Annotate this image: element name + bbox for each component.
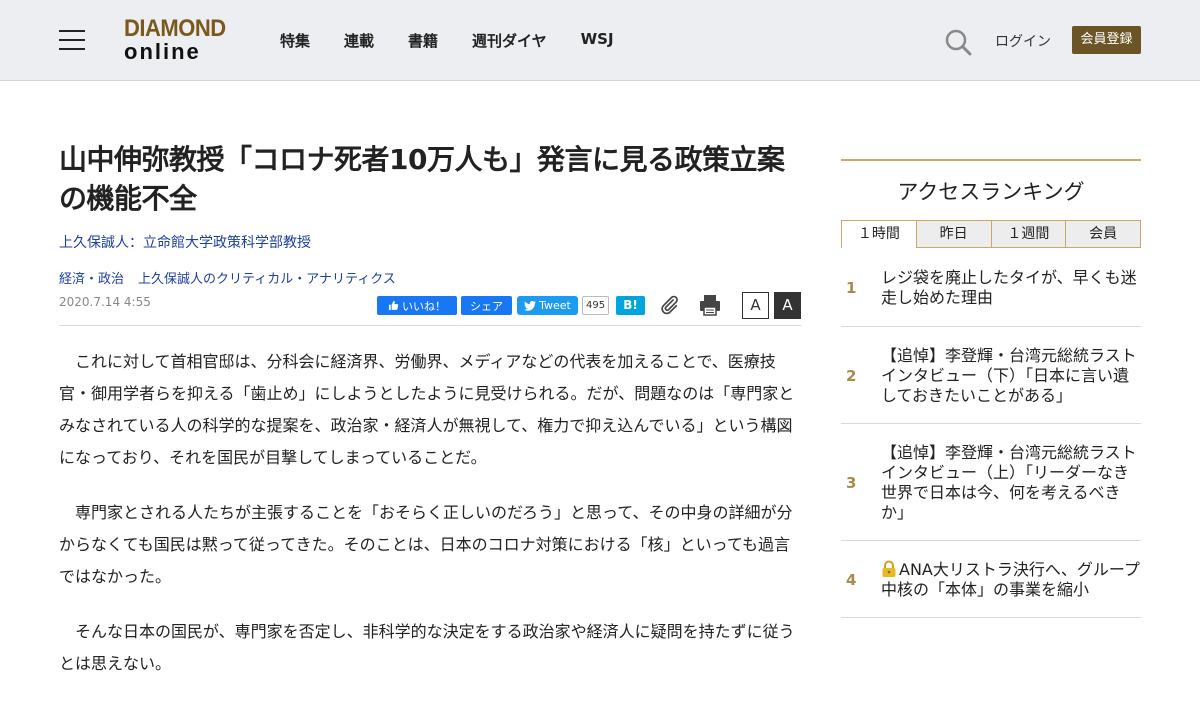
article-paragraph: これに対して首相官邸は、分科会に経済界、労働界、メディアなどの代表を加えることで… [59, 352, 795, 467]
ranking-item-title: ANA大リストラ決行へ、グループ中核の「本体」の事業を縮小 [881, 560, 1141, 600]
ranking-item[interactable]: 1 レジ袋を廃止したタイが、早くも迷走し始めた理由 [841, 248, 1141, 327]
rank-number: 3 [846, 474, 857, 492]
ranking-item-title: 【追悼】李登輝・台湾元総統ラストインタビュー（上）「リーダーなき世界で日本は今、… [881, 443, 1137, 522]
sidebar-ranking: アクセスランキング １時間 昨日 １週間 会員 1 レジ袋を廃止したタイが、早く… [841, 159, 1141, 618]
facebook-share-button[interactable]: シェア [461, 296, 512, 315]
article-meta: 2020.7.14 4:55 いいね！ シェア Tweet 495 B! A A [59, 292, 801, 326]
tab-1-hour[interactable]: １時間 [841, 220, 917, 248]
thumbs-up-icon [388, 300, 399, 311]
tab-1-week[interactable]: １週間 [991, 220, 1067, 248]
tweet-count: 495 [582, 296, 610, 315]
main-nav: 特集 連載 書籍 週刊ダイヤ WSJ [280, 30, 648, 51]
article-author[interactable]: 上久保誠人：立命館大学政策科学部教授 [59, 232, 801, 252]
tweet-label: Tweet [539, 299, 571, 312]
site-header: DIAMOND online 特集 連載 書籍 週刊ダイヤ WSJ ログイン 会… [0, 0, 1200, 81]
lock-icon [882, 560, 896, 577]
ranking-item[interactable]: 3 【追悼】李登輝・台湾元総統ラストインタビュー（上）「リーダーなき世界で日本は… [841, 424, 1141, 541]
ranking-item[interactable]: 2 【追悼】李登輝・台湾元総統ラストインタビュー（下）「日本に言い遺しておきたい… [841, 327, 1141, 424]
register-button[interactable]: 会員登録 [1072, 26, 1141, 54]
article-paragraph: 専門家とされる人たちが主張することを「おそらく正しいのだろう」と思って、その中身… [59, 503, 793, 586]
nav-item-rensai[interactable]: 連載 [344, 30, 374, 51]
menu-icon[interactable] [59, 29, 85, 51]
ranking-item-title: 【追悼】李登輝・台湾元総統ラストインタビュー（下）「日本に言い遺しておきたいこと… [881, 346, 1137, 405]
ranking-item-text: ANA大リストラ決行へ、グループ中核の「本体」の事業を縮小 [881, 560, 1140, 599]
login-link[interactable]: ログイン [995, 31, 1051, 51]
hatena-bookmark-button[interactable]: B! [616, 296, 646, 315]
ranking-item-title: レジ袋を廃止したタイが、早くも迷走し始めた理由 [881, 268, 1137, 307]
twitter-bird-icon [524, 300, 537, 311]
ranking-item[interactable]: 4 ANA大リストラ決行へ、グループ中核の「本体」の事業を縮小 [841, 541, 1141, 618]
ranking-list: 1 レジ袋を廃止したタイが、早くも迷走し始めた理由 2 【追悼】李登輝・台湾元総… [841, 248, 1141, 618]
logo-text-bottom: online [124, 39, 201, 64]
article-date: 2020.7.14 4:55 [59, 295, 151, 309]
series-link[interactable]: 上久保誠人のクリティカル・アナリティクス [138, 272, 396, 287]
ranking-title: アクセスランキング [841, 159, 1141, 206]
tab-members[interactable]: 会員 [1066, 220, 1141, 248]
tab-yesterday[interactable]: 昨日 [916, 220, 992, 248]
article-paragraph: そんな日本の国民が、専門家を否定し、非科学的な決定をする政治家や経済人に疑問を持… [59, 622, 795, 673]
ranking-tabs: １時間 昨日 １週間 会員 [841, 220, 1141, 248]
like-label: いいね！ [402, 299, 446, 313]
nav-item-shoseki[interactable]: 書籍 [408, 30, 438, 51]
facebook-like-button[interactable]: いいね！ [377, 296, 457, 315]
nav-item-tokushu[interactable]: 特集 [280, 30, 310, 51]
print-icon[interactable] [699, 293, 721, 317]
rank-number: 1 [846, 279, 857, 297]
rank-number: 2 [846, 367, 857, 385]
nav-item-weekly-diamond[interactable]: 週刊ダイヤ [472, 30, 547, 51]
search-icon[interactable] [944, 28, 972, 56]
share-buttons: いいね！ シェア Tweet 495 B! [377, 296, 646, 315]
category-link[interactable]: 経済・政治 [59, 272, 124, 287]
font-size-small-button[interactable]: A [742, 292, 769, 319]
font-size-large-button[interactable]: A [774, 292, 801, 319]
site-logo[interactable]: DIAMOND online [124, 13, 228, 64]
article-categories: 経済・政治 上久保誠人のクリティカル・アナリティクス [59, 268, 801, 287]
rank-number: 4 [846, 571, 857, 589]
tweet-button[interactable]: Tweet [517, 296, 578, 315]
article: 山中伸弥教授「コロナ死者10万人も」発言に見る政策立案の機能不全 上久保誠人：立… [59, 140, 801, 703]
clip-icon[interactable] [658, 294, 680, 316]
article-title: 山中伸弥教授「コロナ死者10万人も」発言に見る政策立案の機能不全 [59, 143, 785, 215]
logo-text-top: DIAMOND [124, 13, 226, 42]
nav-item-wsj[interactable]: WSJ [581, 30, 614, 51]
